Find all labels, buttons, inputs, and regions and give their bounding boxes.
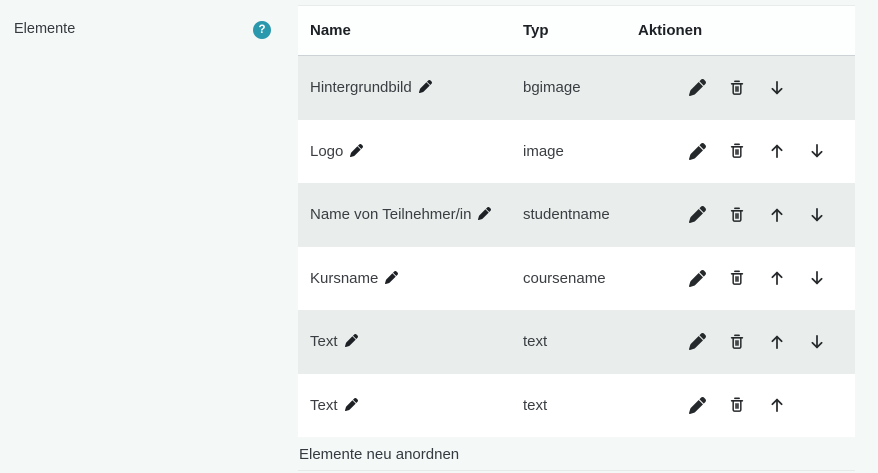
table-row: Kursname coursename	[298, 246, 855, 310]
edit-icon[interactable]	[688, 269, 706, 287]
edit-name-icon[interactable]	[350, 143, 364, 157]
edit-icon[interactable]	[688, 333, 706, 351]
move-down-icon[interactable]	[808, 333, 826, 351]
table-body: Hintergrundbild bgimage Logo image Name von …	[298, 56, 855, 437]
edit-name-icon[interactable]	[418, 80, 432, 94]
section-divider	[298, 470, 855, 471]
element-type: studentname	[523, 206, 610, 224]
move-up-icon[interactable]	[768, 269, 786, 287]
edit-name-icon[interactable]	[385, 270, 399, 284]
table-row: Name von Teilnehmer/in studentname	[298, 183, 855, 247]
element-actions-cell	[638, 333, 855, 351]
element-actions-cell	[638, 142, 855, 160]
settings-page: Elemente ? Name Typ Aktionen Hintergrund…	[0, 0, 878, 473]
element-actions-cell	[638, 269, 855, 287]
element-name-cell: Hintergrundbild	[298, 79, 523, 96]
delete-icon[interactable]	[728, 79, 746, 97]
move-down-icon[interactable]	[808, 269, 826, 287]
element-name: Kursname	[310, 269, 379, 287]
element-type: coursename	[523, 269, 606, 287]
delete-icon[interactable]	[728, 142, 746, 160]
element-name: Text	[310, 333, 338, 351]
element-actions-cell	[638, 79, 855, 97]
edit-name-icon[interactable]	[478, 207, 492, 221]
setting-label: Elemente	[14, 21, 76, 37]
edit-name-icon[interactable]	[344, 334, 358, 348]
element-type: text	[523, 396, 548, 414]
element-actions-cell	[638, 206, 855, 224]
element-name: Hintergrundbild	[310, 79, 412, 97]
reposition-elements-link[interactable]: Elemente neu anordnen	[299, 446, 459, 463]
element-type: image	[523, 142, 564, 160]
elements-table: Name Typ Aktionen Hintergrundbild bgimage…	[298, 5, 855, 437]
edit-name-icon[interactable]	[344, 397, 358, 411]
edit-icon[interactable]	[688, 142, 706, 160]
element-name: Name von Teilnehmer/in	[310, 206, 472, 224]
element-name-cell: Kursname	[298, 270, 523, 287]
move-up-icon[interactable]	[768, 396, 786, 414]
element-name: Logo	[310, 142, 344, 160]
table-header-row: Name Typ Aktionen	[298, 5, 855, 56]
move-up-icon[interactable]	[768, 206, 786, 224]
table-row: Logo image	[298, 119, 855, 183]
edit-icon[interactable]	[688, 396, 706, 414]
edit-icon[interactable]	[688, 206, 706, 224]
delete-icon[interactable]	[728, 333, 746, 351]
edit-icon[interactable]	[688, 79, 706, 97]
move-up-icon[interactable]	[768, 142, 786, 160]
move-down-icon[interactable]	[808, 142, 826, 160]
move-down-icon[interactable]	[808, 206, 826, 224]
element-name-cell: Text	[298, 397, 523, 414]
table-row: Text text	[298, 310, 855, 374]
delete-icon[interactable]	[728, 269, 746, 287]
help-icon[interactable]: ?	[253, 21, 271, 39]
column-header-actions: Aktionen	[638, 22, 703, 39]
column-header-name: Name	[310, 22, 351, 39]
table-row: Hintergrundbild bgimage	[298, 56, 855, 120]
table-row: Text text	[298, 373, 855, 437]
element-name: Text	[310, 396, 338, 414]
delete-icon[interactable]	[728, 206, 746, 224]
column-header-type: Typ	[523, 22, 549, 39]
move-up-icon[interactable]	[768, 333, 786, 351]
move-down-icon[interactable]	[768, 79, 786, 97]
delete-icon[interactable]	[728, 396, 746, 414]
element-name-cell: Text	[298, 333, 523, 350]
element-type: bgimage	[523, 79, 581, 97]
element-type: text	[523, 333, 548, 351]
element-name-cell: Name von Teilnehmer/in	[298, 206, 523, 223]
element-actions-cell	[638, 396, 855, 414]
element-name-cell: Logo	[298, 143, 523, 160]
